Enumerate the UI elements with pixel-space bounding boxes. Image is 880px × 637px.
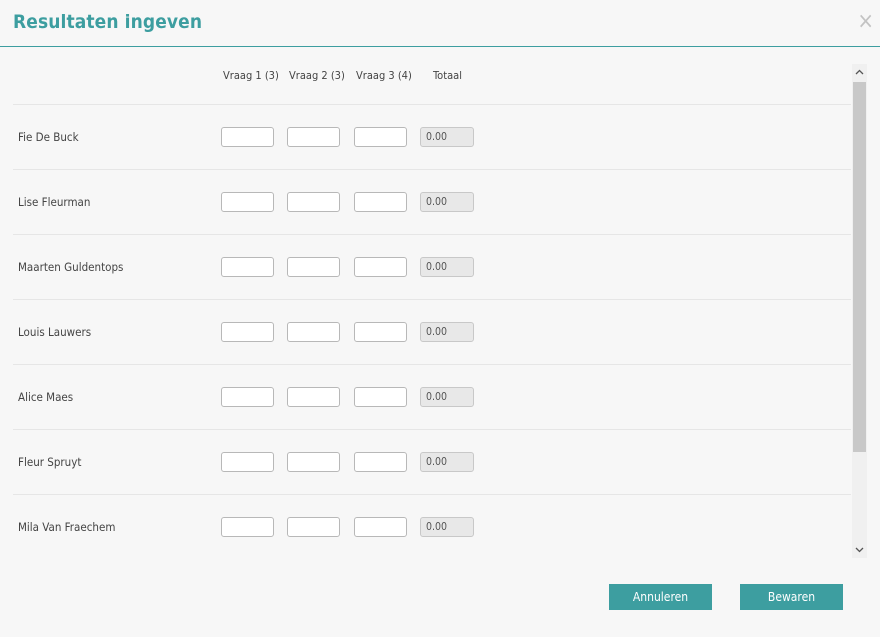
results-scroll-area[interactable]: Vraag 1 (3) Vraag 2 (3) Vraag 3 (4) Tota…: [13, 64, 867, 558]
total-field: 0.00: [420, 322, 474, 342]
column-header-totaal: Totaal: [433, 69, 462, 82]
table-row: Louis Lauwers 0.00: [13, 300, 851, 365]
table-header-row: Vraag 1 (3) Vraag 2 (3) Vraag 3 (4) Tota…: [13, 64, 851, 105]
table-row: Maarten Guldentops 0.00: [13, 235, 851, 300]
score-input-vraag-3[interactable]: [354, 517, 407, 537]
total-field: 0.00: [420, 192, 474, 212]
table-row: Mila Van Fraechem 0.00: [13, 495, 851, 558]
score-input-vraag-3[interactable]: [354, 387, 407, 407]
column-header-vraag-3: Vraag 3 (4): [356, 69, 412, 82]
student-name: Louis Lauwers: [18, 325, 92, 339]
table-body: Fie De Buck 0.00 Lise Fleurman 0.00 Maarten …: [13, 105, 851, 558]
total-field: 0.00: [420, 257, 474, 277]
score-input-vraag-1[interactable]: [221, 257, 274, 277]
column-header-vraag-2: Vraag 2 (3): [289, 69, 345, 82]
score-input-vraag-1[interactable]: [221, 192, 274, 212]
scrollbar-thumb[interactable]: [853, 82, 866, 452]
score-input-vraag-2[interactable]: [287, 387, 340, 407]
vertical-scrollbar[interactable]: [852, 64, 867, 558]
score-input-vraag-2[interactable]: [287, 257, 340, 277]
total-field: 0.00: [420, 127, 474, 147]
column-header-vraag-1: Vraag 1 (3): [223, 69, 279, 82]
chevron-down-icon[interactable]: [852, 544, 867, 558]
score-input-vraag-2[interactable]: [287, 452, 340, 472]
table-row: Alice Maes 0.00: [13, 365, 851, 430]
close-icon[interactable]: ×: [857, 11, 874, 33]
total-field: 0.00: [420, 387, 474, 407]
student-name: Fie De Buck: [18, 130, 79, 144]
table-row: Fleur Spruyt 0.00: [13, 430, 851, 495]
results-table: Vraag 1 (3) Vraag 2 (3) Vraag 3 (4) Tota…: [13, 64, 851, 558]
cancel-button[interactable]: Annuleren: [609, 584, 712, 610]
table-row: Fie De Buck 0.00: [13, 105, 851, 170]
student-name: Mila Van Fraechem: [18, 520, 116, 534]
score-input-vraag-2[interactable]: [287, 517, 340, 537]
score-input-vraag-1[interactable]: [221, 452, 274, 472]
score-input-vraag-3[interactable]: [354, 257, 407, 277]
score-input-vraag-1[interactable]: [221, 127, 274, 147]
table-row: Lise Fleurman 0.00: [13, 170, 851, 235]
dialog-title: Resultaten ingeven: [13, 11, 203, 33]
save-button[interactable]: Bewaren: [740, 584, 843, 610]
score-input-vraag-1[interactable]: [221, 322, 274, 342]
chevron-up-icon[interactable]: [852, 66, 867, 80]
score-input-vraag-3[interactable]: [354, 452, 407, 472]
dialog-header: Resultaten ingeven ×: [0, 0, 880, 47]
score-input-vraag-3[interactable]: [354, 127, 407, 147]
score-input-vraag-3[interactable]: [354, 322, 407, 342]
student-name: Alice Maes: [18, 390, 74, 404]
score-input-vraag-3[interactable]: [354, 192, 407, 212]
score-input-vraag-1[interactable]: [221, 517, 274, 537]
student-name: Fleur Spruyt: [18, 455, 82, 469]
score-input-vraag-2[interactable]: [287, 192, 340, 212]
score-input-vraag-1[interactable]: [221, 387, 274, 407]
score-input-vraag-2[interactable]: [287, 322, 340, 342]
score-input-vraag-2[interactable]: [287, 127, 340, 147]
total-field: 0.00: [420, 517, 474, 537]
student-name: Lise Fleurman: [18, 195, 91, 209]
total-field: 0.00: [420, 452, 474, 472]
student-name: Maarten Guldentops: [18, 260, 124, 274]
